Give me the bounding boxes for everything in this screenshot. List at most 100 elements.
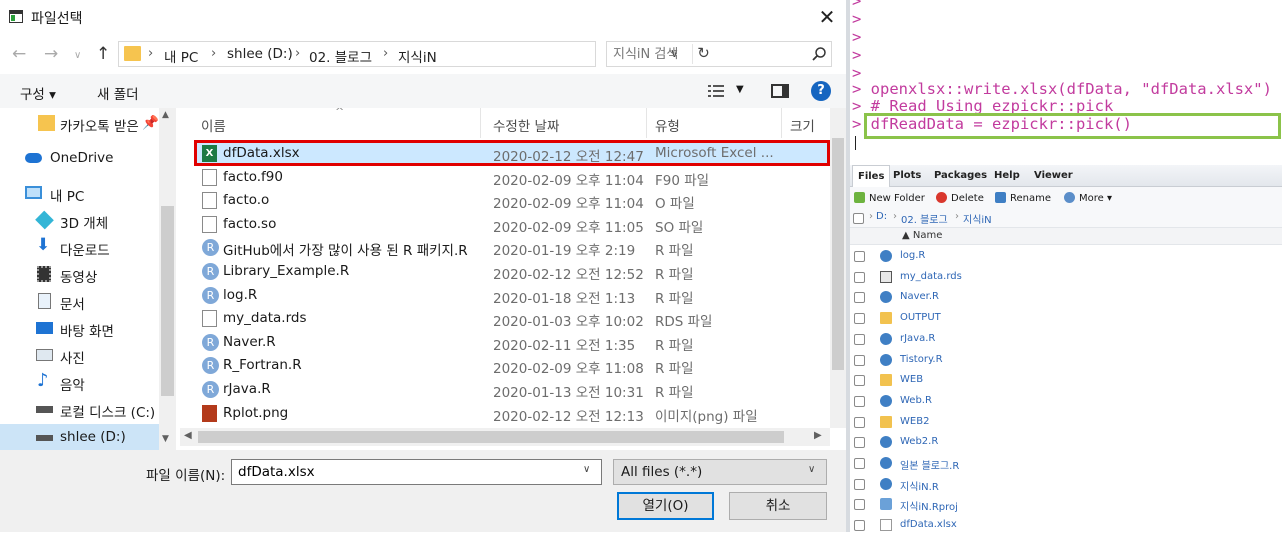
delete-tool[interactable]: Delete: [936, 192, 984, 204]
file-link[interactable]: 일본 블로그.R: [900, 457, 959, 472]
chevron-down-icon[interactable]: ▼: [736, 84, 744, 95]
files-row[interactable]: Web.R: [850, 391, 1282, 412]
file-link[interactable]: Web.R: [900, 395, 932, 406]
nav-item-videos[interactable]: 동영상: [0, 261, 160, 288]
file-row[interactable]: R Library_Example.R 2020-02-12 오전 12:52 …: [194, 260, 830, 283]
scrollbar-thumb[interactable]: [161, 206, 174, 396]
organize-button[interactable]: 구성 ▾: [20, 83, 56, 103]
scrollbar-thumb[interactable]: [832, 138, 844, 370]
rename-tool[interactable]: Rename: [995, 192, 1051, 204]
file-list-horizontal-scrollbar[interactable]: ◀ ▶: [180, 428, 830, 446]
view-options-icon[interactable]: [708, 84, 724, 98]
column-header-name[interactable]: ▲ Name: [902, 230, 942, 241]
file-link[interactable]: 지식iN.R: [900, 478, 939, 493]
row-checkbox[interactable]: [854, 292, 865, 304]
nav-item-onedrive[interactable]: OneDrive: [0, 145, 160, 172]
back-arrow-icon[interactable]: ←: [12, 44, 26, 64]
tab-packages[interactable]: Packages: [934, 170, 987, 181]
column-header-date[interactable]: 수정한 날짜: [493, 115, 559, 135]
file-row[interactable]: R log.R 2020-01-18 오전 1:13 R 파일: [194, 284, 830, 307]
scroll-up-icon[interactable]: ▲: [162, 110, 169, 120]
tab-viewer[interactable]: Viewer: [1034, 170, 1073, 181]
row-checkbox[interactable]: [854, 313, 865, 325]
nav-item-drive-d[interactable]: shlee (D:): [0, 424, 160, 450]
row-checkbox[interactable]: [854, 395, 865, 407]
new-folder-tool[interactable]: New Folder: [854, 192, 925, 204]
row-checkbox[interactable]: [854, 333, 865, 345]
file-row[interactable]: R Naver.R 2020-02-11 오전 1:35 R 파일: [194, 331, 830, 354]
nav-item-downloads[interactable]: ⬇ 다운로드: [0, 234, 160, 261]
files-row[interactable]: WEB2: [850, 412, 1282, 433]
file-row[interactable]: R rJava.R 2020-01-13 오전 10:31 R 파일: [194, 378, 830, 401]
chevron-right-icon[interactable]: ›: [211, 46, 216, 61]
files-row[interactable]: 일본 블로그.R: [850, 453, 1282, 474]
files-row[interactable]: dfData.xlsx: [850, 515, 1282, 536]
breadcrumb-current[interactable]: 지식iN: [398, 46, 437, 66]
chevron-right-icon[interactable]: ›: [295, 46, 300, 61]
files-row[interactable]: Web2.R: [850, 432, 1282, 453]
row-checkbox[interactable]: [854, 416, 865, 428]
scroll-down-icon[interactable]: ▼: [162, 434, 169, 444]
file-row[interactable]: facto.o 2020-02-09 오후 11:04 O 파일: [194, 189, 830, 212]
nav-item-local-disk-c[interactable]: 로컬 디스크 (C:): [0, 396, 160, 423]
nav-item-3d-objects[interactable]: 3D 개체: [0, 207, 160, 234]
chevron-down-icon[interactable]: ∨: [808, 464, 815, 475]
new-folder-button[interactable]: 새 폴더: [97, 83, 139, 103]
preview-pane-icon[interactable]: [771, 84, 789, 98]
file-link[interactable]: log.R: [900, 250, 925, 261]
file-link[interactable]: 지식iN.Rproj: [900, 498, 958, 513]
search-input[interactable]: [613, 45, 803, 63]
files-row[interactable]: 지식iN.R: [850, 474, 1282, 495]
row-checkbox[interactable]: [854, 251, 865, 262]
row-checkbox[interactable]: [854, 478, 865, 490]
file-row[interactable]: my_data.rds 2020-01-03 오후 10:02 RDS 파일: [194, 307, 830, 330]
file-link[interactable]: Web2.R: [900, 436, 938, 447]
more-tool[interactable]: More ▾: [1064, 192, 1112, 204]
file-link[interactable]: my_data.rds: [900, 271, 962, 282]
files-row[interactable]: OUTPUT: [850, 308, 1282, 329]
breadcrumb-blog[interactable]: 02. 블로그: [309, 46, 372, 66]
file-link[interactable]: OUTPUT: [900, 312, 941, 323]
file-row[interactable]: R R_Fortran.R 2020-02-09 오후 11:08 R 파일: [194, 354, 830, 377]
row-checkbox[interactable]: [854, 499, 865, 511]
row-checkbox[interactable]: [854, 520, 865, 532]
file-link[interactable]: rJava.R: [900, 333, 935, 344]
filename-input[interactable]: [238, 463, 568, 481]
files-row[interactable]: Naver.R: [850, 287, 1282, 308]
breadcrumb-drive[interactable]: shlee (D:): [227, 46, 293, 62]
nav-item-this-pc[interactable]: 내 PC: [0, 180, 160, 207]
file-row[interactable]: facto.f90 2020-02-09 오후 11:04 F90 파일: [194, 166, 830, 189]
files-row[interactable]: 지식iN.Rproj: [850, 494, 1282, 515]
forward-arrow-icon[interactable]: →: [44, 44, 58, 64]
row-checkbox[interactable]: [854, 458, 865, 469]
file-link[interactable]: dfData.xlsx: [900, 519, 957, 530]
column-header-name[interactable]: 이름: [201, 115, 226, 135]
files-row[interactable]: rJava.R: [850, 329, 1282, 350]
breadcrumb-this-pc[interactable]: 내 PC: [164, 46, 198, 66]
nav-item-documents[interactable]: 문서: [0, 288, 160, 315]
up-arrow-icon[interactable]: ↑: [96, 44, 110, 64]
breadcrumb-drive[interactable]: D:: [876, 211, 887, 222]
recent-chevron-down-icon[interactable]: ∨: [74, 50, 81, 61]
file-link[interactable]: WEB: [900, 374, 923, 385]
scroll-left-icon[interactable]: ◀: [184, 430, 192, 441]
nav-item-desktop[interactable]: 바탕 화면: [0, 315, 160, 342]
column-header-size[interactable]: 크기: [790, 115, 815, 135]
file-link[interactable]: Tistory.R: [900, 354, 943, 365]
cancel-button[interactable]: 취소: [729, 492, 827, 520]
file-link[interactable]: WEB2: [900, 416, 929, 427]
files-row[interactable]: Tistory.R: [850, 350, 1282, 371]
file-row[interactable]: Rplot.png 2020-02-12 오전 12:13 이미지(png) 파…: [194, 402, 830, 425]
help-icon[interactable]: ?: [811, 81, 831, 101]
file-row[interactable]: R GitHub에서 가장 많이 사용 된 R 패키지.R 2020-01-19…: [194, 236, 830, 259]
tab-help[interactable]: Help: [994, 170, 1020, 181]
address-bar[interactable]: › 내 PC › shlee (D:) › 02. 블로그 › 지식iN ∨ ↻: [118, 41, 710, 67]
chevron-right-icon[interactable]: ›: [383, 46, 388, 61]
scrollbar-thumb[interactable]: [198, 431, 784, 443]
chevron-right-icon[interactable]: ›: [148, 46, 153, 61]
open-button[interactable]: 열기(O): [617, 492, 714, 520]
breadcrumb-current[interactable]: 지식iN: [963, 211, 992, 226]
chevron-down-icon[interactable]: ∨: [583, 464, 590, 475]
search-box[interactable]: [606, 41, 832, 67]
file-type-filter-select[interactable]: All files (*.*) ∨: [613, 459, 827, 485]
